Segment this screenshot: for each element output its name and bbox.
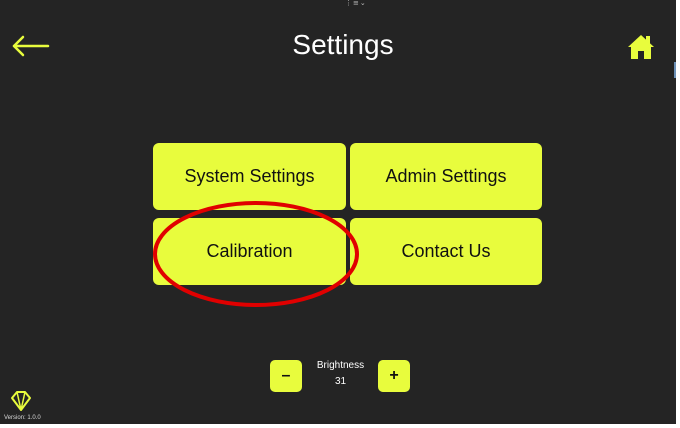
contact-us-label: Contact Us [401, 241, 491, 261]
calibration-label: Calibration [206, 241, 293, 261]
home-icon [628, 35, 654, 59]
system-settings-button[interactable]: System Settings [153, 143, 346, 210]
system-settings-label: System Settings [184, 166, 315, 186]
brightness-increase-button[interactable]: + [378, 360, 410, 392]
version-label: Version: 1.0.0 [4, 415, 41, 421]
admin-settings-label: Admin Settings [385, 166, 507, 186]
home-button[interactable] [626, 33, 656, 61]
top-indicator-icon: ⋮≡⌄ [345, 0, 367, 7]
brightness-control: – Brightness 31 + [270, 355, 415, 395]
calibration-button[interactable]: Calibration [153, 218, 346, 285]
page-title: Settings [292, 29, 394, 60]
side-scroll-tab[interactable] [674, 62, 676, 78]
brightness-decrease-button[interactable]: – [270, 360, 302, 392]
brightness-value: 31 [334, 376, 347, 387]
diamond-logo-icon [10, 390, 32, 412]
brightness-label: Brightness [316, 360, 365, 371]
app-screen: ⋮≡⌄ Settings System Settings Admin Setti… [0, 0, 676, 424]
admin-settings-button[interactable]: Admin Settings [350, 143, 542, 210]
contact-us-button[interactable]: Contact Us [350, 218, 542, 285]
